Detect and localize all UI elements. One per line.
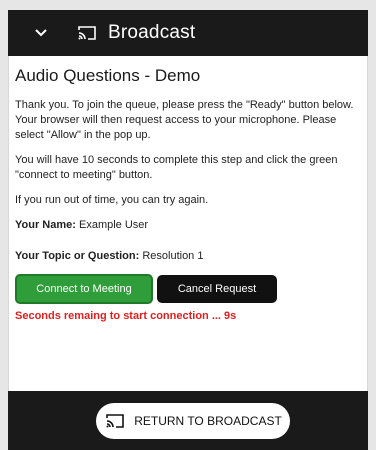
time-limit-paragraph: You will have 10 seconds to complete thi… (15, 154, 338, 181)
cancel-request-button[interactable]: Cancel Request (157, 275, 277, 303)
retry-paragraph: If you run out of time, you can try agai… (15, 194, 209, 206)
name-value: Example User (78, 219, 149, 231)
audio-questions-panel: Audio Questions - Demo Thank you. To joi… (8, 56, 368, 391)
return-label: RETURN TO BROADCAST (134, 414, 282, 428)
instructions-paragraph: Thank you. To join the queue, please pre… (15, 99, 354, 141)
action-buttons: Connect to Meeting Cancel Request (15, 274, 361, 304)
cast-icon (76, 24, 98, 42)
app-frame: Broadcast Audio Questions - Demo Thank y… (0, 0, 376, 450)
topic-label: Your Topic or Question: (15, 250, 140, 262)
connect-to-meeting-button[interactable]: Connect to Meeting (15, 274, 153, 304)
chevron-down-icon[interactable] (34, 26, 48, 40)
countdown-text: Seconds remaing to start connection ... … (15, 310, 237, 322)
footer-bar: RETURN TO BROADCAST (8, 391, 368, 450)
topic-value: Resolution 1 (142, 250, 204, 262)
name-label: Your Name: (15, 219, 76, 231)
page-title: Audio Questions - Demo (15, 66, 201, 85)
header-title: Broadcast (108, 22, 196, 43)
name-row: Your Name: Example User (15, 218, 361, 233)
cast-icon (104, 412, 126, 430)
return-to-broadcast-button[interactable]: RETURN TO BROADCAST (96, 403, 290, 439)
topic-row: Your Topic or Question: Resolution 1 (15, 249, 361, 264)
broadcast-header[interactable]: Broadcast (8, 10, 368, 56)
